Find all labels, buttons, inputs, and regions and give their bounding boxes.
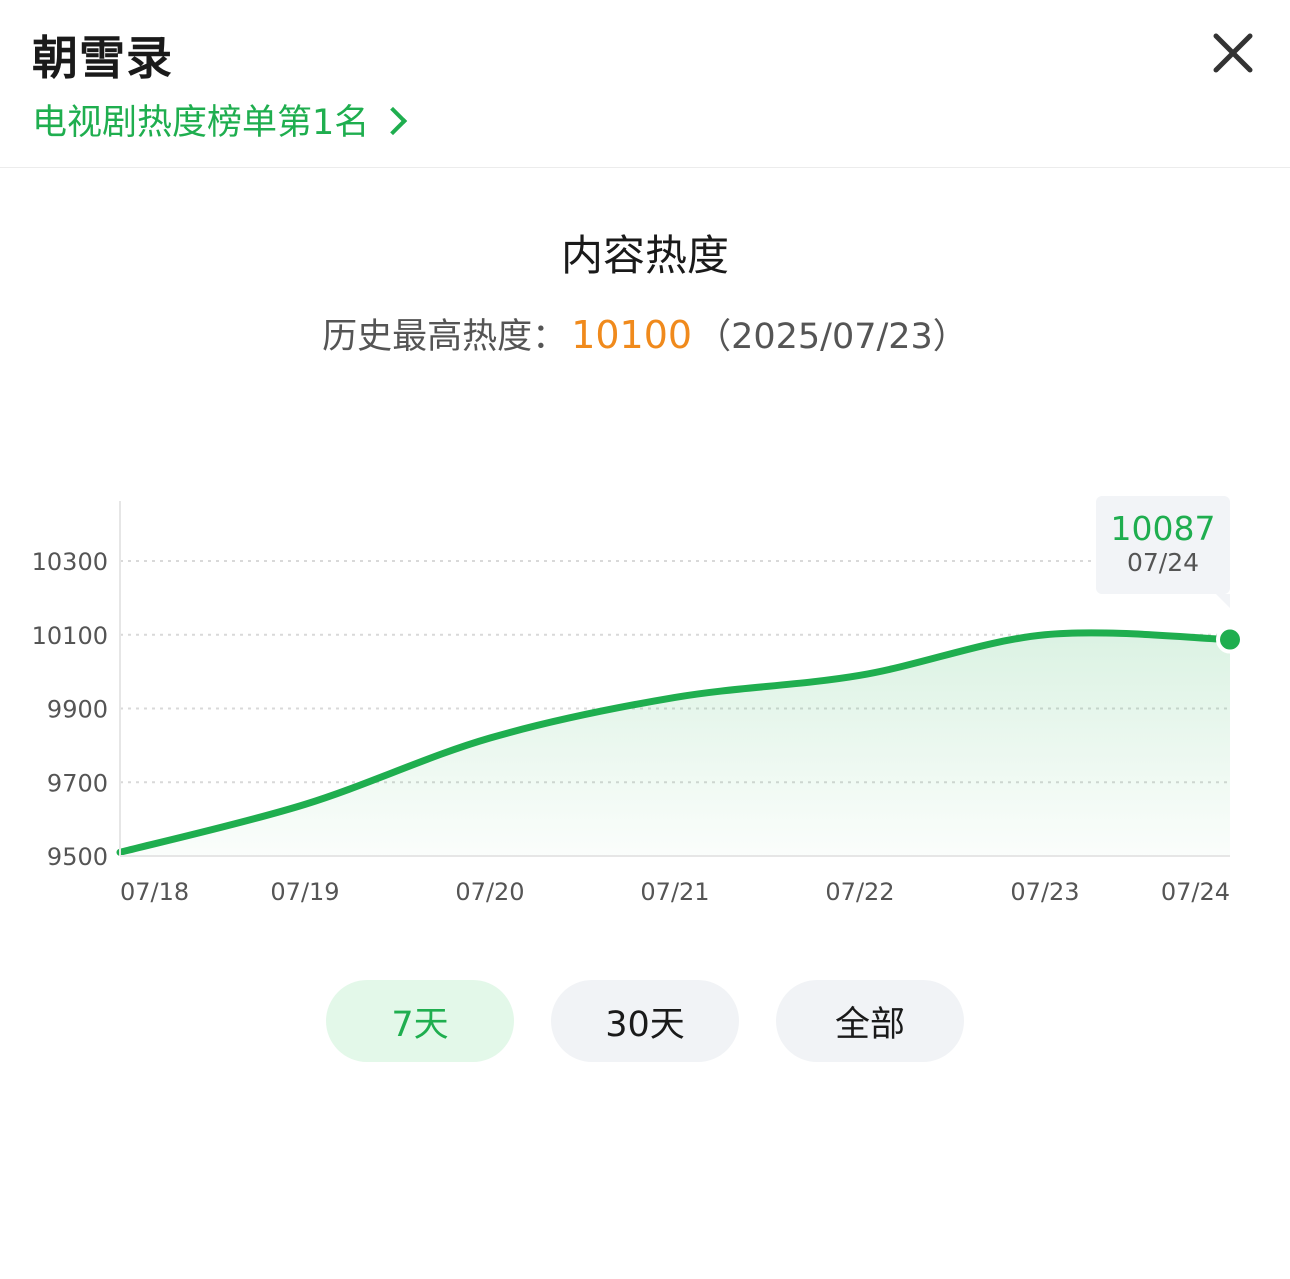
x-tick-label: 07/18: [120, 878, 189, 906]
close-button[interactable]: [1204, 24, 1262, 82]
x-tick-label: 07/21: [640, 878, 709, 906]
tab-30-days[interactable]: 30天: [551, 980, 739, 1062]
section-title: 内容热度: [560, 231, 729, 280]
record-label: 历史最高热度：: [322, 317, 568, 357]
tab-7-days[interactable]: 7天: [326, 980, 514, 1062]
value-tooltip: 10087 07/24: [1096, 496, 1230, 608]
data-point[interactable]: [1041, 631, 1049, 639]
y-tick-label: 9900: [47, 696, 108, 724]
rank-link-label: 电视剧热度榜单第1名: [32, 103, 370, 143]
y-tick-label: 9500: [47, 843, 108, 871]
tooltip-date: 07/24: [1126, 548, 1200, 577]
page-title: 朝雪录: [32, 31, 173, 85]
record-value: 10100: [571, 313, 693, 357]
tooltip-value: 10087: [1110, 509, 1216, 548]
series-area: [120, 632, 1230, 856]
close-icon: [1213, 33, 1253, 73]
record-date: （2025/07/23）: [696, 317, 968, 357]
header: 朝雪录 电视剧热度榜单第1名: [0, 0, 1290, 168]
x-tick-label: 07/23: [1010, 878, 1079, 906]
x-tick-label: 07/22: [825, 878, 894, 906]
data-point[interactable]: [116, 848, 124, 856]
y-tick-label: 9700: [47, 769, 108, 797]
tab-all[interactable]: 全部: [776, 980, 964, 1062]
record-line: 历史最高热度： 10100 （2025/07/23）: [0, 308, 1290, 359]
data-point[interactable]: [671, 693, 679, 701]
y-tick-label: 10100: [32, 622, 108, 650]
rank-link[interactable]: 电视剧热度榜单第1名: [32, 94, 408, 145]
chevron-right-icon: [379, 106, 408, 135]
data-point[interactable]: [301, 800, 309, 808]
y-tick-label: 10300: [32, 548, 108, 576]
x-tick-label: 07/20: [455, 878, 524, 906]
x-tick-label: 07/19: [270, 878, 339, 906]
latest-point[interactable]: [1216, 625, 1244, 654]
data-point[interactable]: [486, 734, 494, 742]
data-point[interactable]: [856, 671, 864, 679]
x-tick-label: 07/24: [1161, 878, 1230, 906]
